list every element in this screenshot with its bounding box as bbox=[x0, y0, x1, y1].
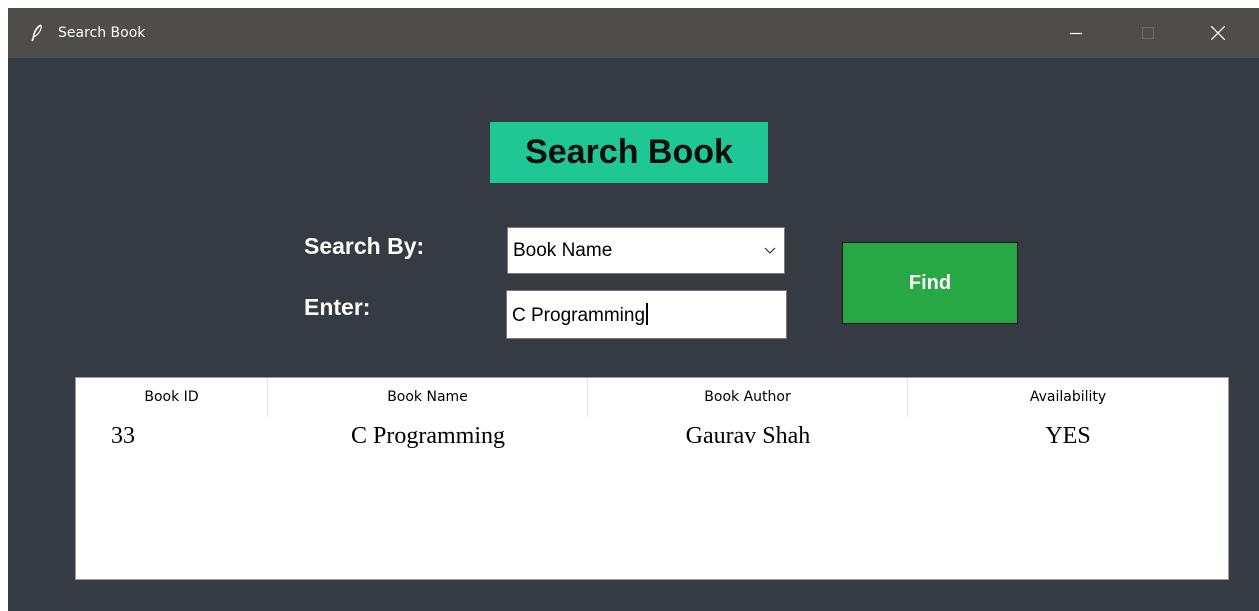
feather-icon bbox=[31, 24, 42, 42]
close-button[interactable] bbox=[1195, 8, 1241, 58]
cell-book-name: C Programming bbox=[351, 423, 505, 449]
minimize-button[interactable] bbox=[1053, 8, 1099, 58]
search-book-window: Search Book Search Book Search By: Enter bbox=[8, 8, 1259, 611]
find-button[interactable]: Find bbox=[842, 242, 1018, 324]
search-by-dropdown[interactable]: Book Name bbox=[507, 227, 785, 274]
search-by-selected-value: Book Name bbox=[513, 240, 613, 261]
column-header-book-author[interactable]: Book Author bbox=[588, 378, 908, 417]
page-title: Search Book bbox=[490, 122, 768, 183]
text-cursor bbox=[646, 303, 649, 325]
close-icon bbox=[1211, 26, 1225, 40]
desktop-edge bbox=[0, 0, 8, 611]
column-header-availability[interactable]: Availability bbox=[908, 378, 1228, 417]
maximize-button[interactable] bbox=[1125, 8, 1171, 58]
enter-label: Enter: bbox=[304, 294, 371, 320]
column-header-book-id[interactable]: Book ID bbox=[76, 378, 268, 417]
search-by-label: Search By: bbox=[304, 233, 425, 259]
minimize-icon bbox=[1070, 32, 1082, 35]
column-header-book-name[interactable]: Book Name bbox=[268, 378, 588, 417]
cell-book-author: Gaurav Shah bbox=[685, 423, 811, 449]
search-text-input[interactable]: C Programming bbox=[506, 290, 787, 339]
window-title: Search Book bbox=[58, 25, 146, 41]
maximize-icon bbox=[1142, 27, 1154, 39]
cell-availability: YES bbox=[1045, 423, 1091, 449]
search-text-value: C Programming bbox=[512, 303, 649, 328]
chevron-down-icon[interactable] bbox=[764, 245, 776, 255]
title-bar[interactable]: Search Book bbox=[8, 8, 1259, 58]
results-table[interactable]: Book ID Book Name Book Author Availabili… bbox=[75, 377, 1229, 580]
cell-book-id: 33 bbox=[111, 423, 135, 449]
screen: Search Book Search Book Search By: Enter bbox=[0, 0, 1259, 611]
